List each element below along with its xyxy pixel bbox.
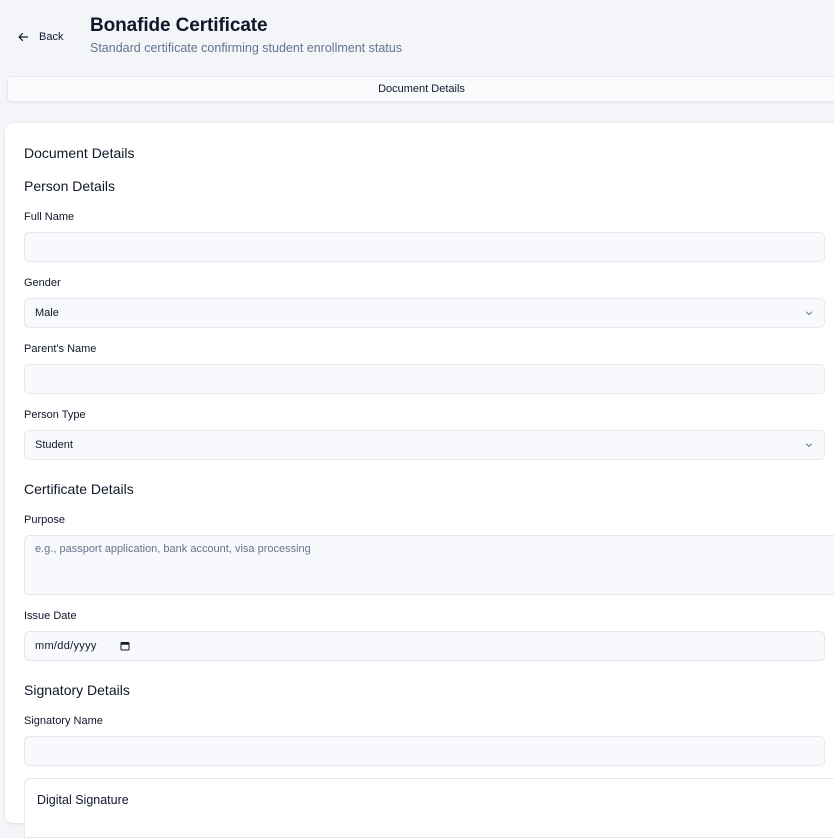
gender-label: Gender — [24, 277, 61, 289]
chevron-down-icon — [804, 440, 814, 450]
person-type-selected-value: Student — [35, 439, 73, 451]
person-type-label: Person Type — [24, 409, 86, 421]
back-label: Back — [39, 31, 64, 43]
page-subtitle: Standard certificate confirming student … — [90, 41, 402, 55]
person-type-select[interactable]: Student — [24, 430, 825, 460]
signatory-details-heading: Signatory Details — [24, 682, 130, 698]
issue-date-input[interactable]: mm/dd/yyyy — [24, 631, 825, 661]
page-header: Back Bonafide Certificate Standard certi… — [0, 0, 834, 70]
digital-signature-panel: Digital Signature — [24, 778, 834, 838]
purpose-textarea[interactable] — [24, 535, 834, 595]
issue-date-label: Issue Date — [24, 610, 77, 622]
form-card: Document Details Person Details Full Nam… — [5, 123, 834, 838]
parent-name-input[interactable] — [24, 364, 825, 394]
chevron-down-icon — [804, 308, 814, 318]
full-name-label: Full Name — [24, 211, 75, 223]
person-details-heading: Person Details — [24, 178, 116, 194]
certificate-details-heading: Certificate Details — [24, 481, 134, 497]
signatory-name-input[interactable] — [24, 736, 825, 766]
signatory-name-label: Signatory Name — [24, 715, 103, 727]
purpose-label: Purpose — [24, 514, 65, 526]
arrow-left-icon — [17, 31, 29, 43]
gender-select[interactable]: Male — [24, 298, 825, 328]
tab-document-details[interactable]: Document Details — [8, 77, 834, 101]
parent-name-label: Parent's Name — [24, 343, 97, 355]
issue-date-value: mm/dd/yyyy — [35, 640, 97, 652]
calendar-icon[interactable] — [120, 641, 130, 651]
back-button[interactable]: Back — [17, 28, 63, 46]
page-title: Bonafide Certificate — [90, 15, 268, 36]
full-name-input[interactable] — [24, 232, 825, 262]
digital-signature-heading: Digital Signature — [37, 793, 129, 807]
form-heading: Document Details — [24, 145, 135, 161]
gender-selected-value: Male — [35, 307, 59, 319]
tab-bar: Document Details — [7, 76, 834, 102]
